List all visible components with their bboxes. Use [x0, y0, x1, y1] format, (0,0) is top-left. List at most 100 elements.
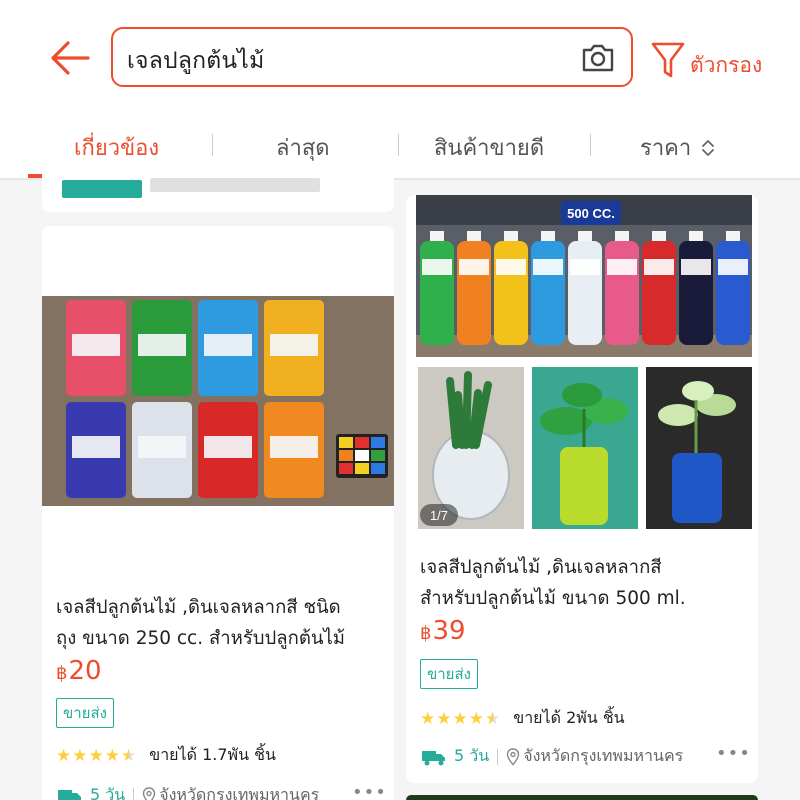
tab-latest[interactable]: ล่าสุด — [276, 130, 330, 165]
bottle-label — [681, 259, 711, 275]
product-image — [42, 296, 394, 506]
search-box[interactable]: เจลปลูกต้นไม้ — [111, 27, 633, 87]
star-icon: ★ — [452, 708, 468, 729]
top-bar: เจลปลูกต้นไม้ ตัวกรอง เกี่ยวข้อง ล่าสุด … — [0, 0, 800, 180]
bag-label — [72, 334, 120, 356]
shipping-row: 5 วัน จังหวัดกรุงเทพมหานคร — [420, 744, 683, 769]
product-image: 500 CC. 1/7 — [406, 195, 758, 533]
product-title: เจลสีปลูกต้นไม้ ,ดินเจลหลากสี ชนิด ถุง ข… — [56, 592, 345, 654]
filter-funnel-icon — [651, 42, 685, 78]
gel-bottle — [642, 241, 676, 345]
gel-bottle — [531, 241, 565, 345]
bag-label — [204, 436, 252, 458]
gel-bottle — [457, 241, 491, 345]
gel-bottle — [420, 241, 454, 345]
next-product-card[interactable] — [406, 795, 758, 800]
bottle-cap — [652, 231, 666, 241]
delivery-truck-icon — [58, 789, 81, 800]
bottle-label — [570, 259, 600, 275]
bag-label — [72, 436, 120, 458]
star-icon: ★ — [56, 745, 72, 766]
tab-price-label: ราคา — [640, 136, 692, 161]
bottle-cap — [504, 231, 518, 241]
divider — [497, 748, 499, 765]
currency-symbol: ฿ — [56, 663, 68, 684]
rating-row: ★ ★ ★ ★ ★ ขายได้ 2พัน ชิ้น — [420, 706, 625, 731]
bag-label — [270, 334, 318, 356]
bottle-cap — [615, 231, 629, 241]
product-card[interactable]: เจลสีปลูกต้นไม้ ,ดินเจลหลากสี ชนิด ถุง ข… — [42, 226, 394, 800]
product-price: ฿39 — [420, 616, 466, 646]
bottle-cap — [689, 231, 703, 241]
product-title-line: เจลสีปลูกต้นไม้ ,ดินเจลหลากสี ชนิด — [56, 597, 341, 618]
product-card[interactable]: 500 CC. 1/7 เจลสีปลูกต้นไม้ ,ดินเจลหลากส… — [406, 195, 758, 783]
wholesale-tag: ขายส่ง — [56, 698, 114, 728]
gel-bottle — [605, 241, 639, 345]
camera-icon[interactable] — [579, 39, 617, 77]
location-pin-icon — [142, 786, 156, 800]
bottle-label — [644, 259, 674, 275]
more-options-icon[interactable]: ••• — [716, 743, 751, 764]
gel-bottle — [494, 241, 528, 345]
gel-bottle — [568, 241, 602, 345]
sold-count: ขายได้ 2พัน ชิ้น — [513, 708, 625, 727]
half-star-icon: ★ — [121, 745, 137, 766]
price-value: 20 — [68, 656, 102, 686]
gel-bottle — [716, 241, 750, 345]
bottle-label — [422, 259, 452, 275]
bottle-label — [496, 259, 526, 275]
bag-label — [138, 436, 186, 458]
tab-divider — [590, 134, 591, 156]
tab-relevant[interactable]: เกี่ยวข้อง — [74, 130, 159, 165]
shipping-row: 5 วัน จังหวัดกรุงเทพมหานคร — [56, 783, 319, 800]
bag-label — [204, 334, 252, 356]
image-caption: 500 CC. — [567, 206, 615, 221]
bottle-label — [533, 259, 563, 275]
previous-product-card[interactable] — [42, 170, 394, 212]
bottle-label — [718, 259, 748, 275]
star-icon: ★ — [88, 745, 104, 766]
half-star-icon: ★ — [485, 708, 501, 729]
price-value: 39 — [432, 616, 466, 646]
more-options-icon[interactable]: ••• — [352, 782, 387, 800]
star-icon: ★ — [436, 708, 452, 729]
delivery-truck-icon — [422, 750, 445, 765]
bottle-label — [459, 259, 489, 275]
shipping-badge — [62, 180, 142, 198]
star-icon: ★ — [104, 745, 120, 766]
product-title-line: เจลสีปลูกต้นไม้ ,ดินเจลหลากสี — [420, 557, 662, 578]
rating-row: ★ ★ ★ ★ ★ ขายได้ 1.7พัน ชิ้น — [56, 743, 276, 768]
product-title-line: ถุง ขนาด 250 cc. สำหรับปลูกต้นไม้ — [56, 628, 345, 649]
bottle-cap — [430, 231, 444, 241]
star-icon: ★ — [72, 745, 88, 766]
filter-button[interactable]: ตัวกรอง — [650, 38, 762, 82]
star-icon: ★ — [420, 708, 436, 729]
back-arrow-icon[interactable] — [46, 34, 94, 82]
bottle-cap — [578, 231, 592, 241]
sort-updown-icon — [702, 139, 715, 156]
location-text-cropped — [150, 178, 320, 192]
tab-divider — [398, 134, 399, 156]
bottle-label — [607, 259, 637, 275]
divider — [133, 787, 135, 800]
wholesale-tag: ขายส่ง — [420, 659, 478, 689]
shipping-days: 5 วัน — [454, 746, 490, 765]
product-title: เจลสีปลูกต้นไม้ ,ดินเจลหลากสี สำหรับปลูก… — [420, 552, 686, 614]
currency-symbol: ฿ — [420, 623, 432, 644]
tab-price[interactable]: ราคา — [640, 130, 717, 165]
search-query-text[interactable]: เจลปลูกต้นไม้ — [127, 43, 264, 79]
tab-divider — [212, 134, 213, 156]
product-title-line: สำหรับปลูกต้นไม้ ขนาด 500 ml. — [420, 588, 686, 609]
bottle-cap — [726, 231, 740, 241]
bag-label — [138, 334, 186, 356]
star-icon: ★ — [468, 708, 484, 729]
location-pin-icon — [506, 747, 520, 766]
bag-label — [270, 436, 318, 458]
shop-location: จังหวัดกรุงเทพมหานคร — [159, 785, 320, 800]
image-counter: 1/7 — [430, 508, 448, 523]
shipping-days: 5 วัน — [90, 785, 126, 800]
bottle-cap — [467, 231, 481, 241]
product-price: ฿20 — [56, 656, 102, 686]
filter-label: ตัวกรอง — [690, 52, 763, 77]
tab-top-sales[interactable]: สินค้าขายดี — [434, 130, 544, 165]
